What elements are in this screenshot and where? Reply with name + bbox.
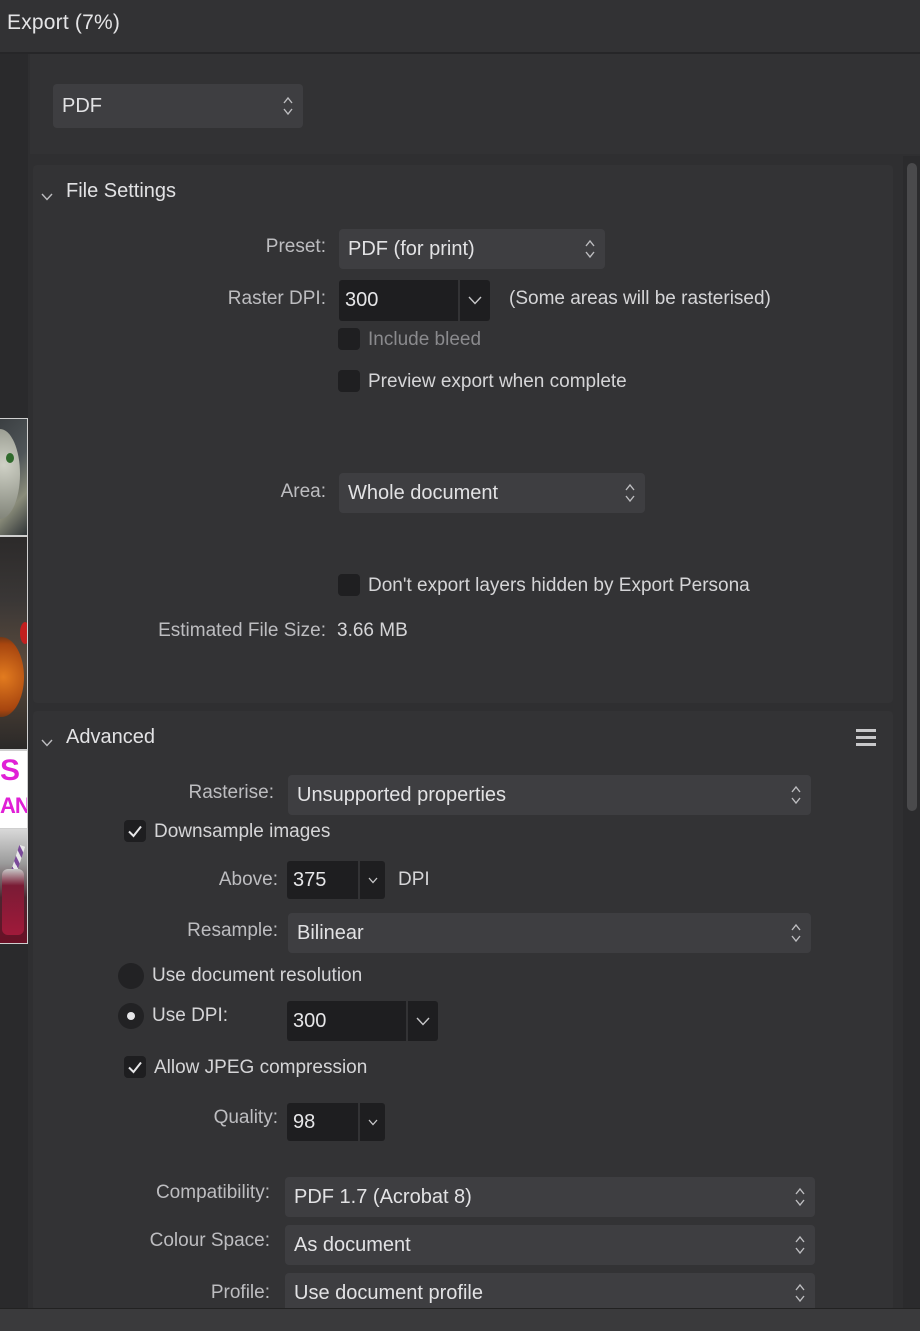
rasterise-select[interactable]: Unsupported properties [288, 775, 811, 815]
allow-jpeg-label: Allow JPEG compression [154, 1057, 368, 1078]
colour-space-select-value: As document [294, 1233, 411, 1256]
file-settings-collapse-toggle[interactable] [41, 188, 53, 206]
quality-dropdown[interactable] [360, 1103, 385, 1141]
resample-select-value: Bilinear [297, 921, 364, 944]
updown-chevron-icon [625, 482, 635, 504]
updown-chevron-icon [791, 784, 801, 806]
estimated-size-value: 3.66 MB [337, 620, 408, 641]
raster-dpi-dropdown[interactable] [460, 280, 490, 321]
above-dpi-dropdown[interactable] [360, 861, 385, 899]
window-title: Export (7%) [7, 11, 121, 34]
colour-space-label: Colour Space: [149, 1230, 270, 1251]
window-titlebar [0, 0, 920, 54]
quality-input[interactable]: 98 [287, 1103, 358, 1141]
preset-label: Preset: [265, 236, 326, 257]
raster-note: (Some areas will be rasterised) [509, 288, 771, 309]
preview-export-label: Preview export when complete [368, 371, 627, 392]
above-dpi-input[interactable]: 375 [287, 861, 358, 899]
area-select[interactable]: Whole document [339, 473, 645, 513]
compatibility-select-value: PDF 1.7 (Acrobat 8) [294, 1185, 472, 1208]
disclosure-chevron-icon [41, 193, 53, 201]
compatibility-select[interactable]: PDF 1.7 (Acrobat 8) [285, 1177, 815, 1217]
thumbnail-image-glass [2, 869, 24, 935]
use-dpi-dropdown[interactable] [408, 1001, 438, 1041]
rasterise-label: Rasterise: [188, 782, 274, 803]
area-label: Area: [280, 481, 326, 502]
use-dpi-label: Use DPI: [152, 1005, 229, 1026]
above-unit: DPI [398, 869, 430, 890]
updown-chevron-icon [791, 922, 801, 944]
resample-select[interactable]: Bilinear [288, 913, 811, 953]
rasterise-select-value: Unsupported properties [297, 783, 507, 806]
thumbnail-image-plate [0, 429, 20, 519]
include-bleed-label: Include bleed [368, 329, 482, 350]
include-bleed-checkbox[interactable] [338, 328, 360, 350]
panel-menu-button[interactable] [856, 728, 876, 751]
profile-label: Profile: [210, 1282, 270, 1303]
profile-select-value: Use document profile [294, 1281, 483, 1304]
preview-export-checkbox[interactable] [338, 370, 360, 392]
thumbnail-text: S [0, 754, 21, 787]
window-bottom-bar [0, 1308, 920, 1331]
thumbnail-image-leaf [6, 453, 14, 463]
thumbnail-image-pepper [20, 622, 27, 644]
page-thumbnail[interactable] [0, 418, 28, 536]
resample-label: Resample: [187, 920, 278, 941]
area-select-value: Whole document [348, 481, 499, 504]
chevron-down-icon [368, 1119, 377, 1125]
use-document-resolution-label: Use document resolution [152, 965, 363, 986]
preset-select-value: PDF (for print) [348, 237, 475, 260]
chevron-down-icon [468, 296, 482, 305]
chevron-down-icon [368, 877, 377, 883]
updown-chevron-icon [795, 1234, 805, 1256]
quality-label: Quality: [213, 1107, 278, 1128]
downsample-checkbox[interactable] [124, 820, 146, 842]
thumbnail-text: AN [0, 793, 28, 818]
hamburger-menu-icon [856, 729, 876, 746]
raster-dpi-input[interactable]: 300 [339, 280, 458, 321]
disclosure-chevron-icon [41, 739, 53, 747]
above-label: Above: [218, 869, 278, 890]
allow-jpeg-checkbox[interactable] [124, 1056, 146, 1078]
estimated-size-label: Estimated File Size: [158, 620, 326, 641]
compatibility-label: Compatibility: [155, 1182, 270, 1203]
thumbnail-image-soup [0, 637, 24, 717]
file-settings-title: File Settings [66, 180, 177, 202]
use-dpi-radio[interactable] [118, 1003, 144, 1029]
checkmark-icon [128, 825, 142, 838]
chevron-down-icon [416, 1017, 430, 1026]
radio-selected-dot [127, 1012, 135, 1020]
advanced-title: Advanced [66, 726, 155, 748]
use-document-resolution-radio[interactable] [118, 963, 144, 989]
raster-dpi-label: Raster DPI: [227, 288, 326, 309]
advanced-collapse-toggle[interactable] [41, 734, 53, 752]
colour-space-select[interactable]: As document [285, 1225, 815, 1265]
format-select-value: PDF [62, 94, 102, 117]
page-thumbnail[interactable] [0, 536, 28, 750]
scrollbar-thumb[interactable] [907, 163, 917, 811]
dont-export-hidden-label: Don't export layers hidden by Export Per… [368, 575, 750, 596]
page-thumbnail[interactable]: S AN [0, 750, 28, 830]
use-dpi-input[interactable]: 300 [287, 1001, 406, 1041]
updown-chevron-icon [283, 95, 293, 117]
updown-chevron-icon [795, 1186, 805, 1208]
updown-chevron-icon [585, 238, 595, 260]
preset-select[interactable]: PDF (for print) [339, 229, 605, 269]
updown-chevron-icon [795, 1282, 805, 1304]
format-select[interactable]: PDF [53, 84, 303, 128]
profile-select[interactable]: Use document profile [285, 1273, 815, 1313]
checkmark-icon [128, 1061, 142, 1074]
page-thumbnail[interactable] [0, 828, 28, 944]
dont-export-hidden-checkbox[interactable] [338, 574, 360, 596]
downsample-label: Downsample images [154, 821, 331, 842]
